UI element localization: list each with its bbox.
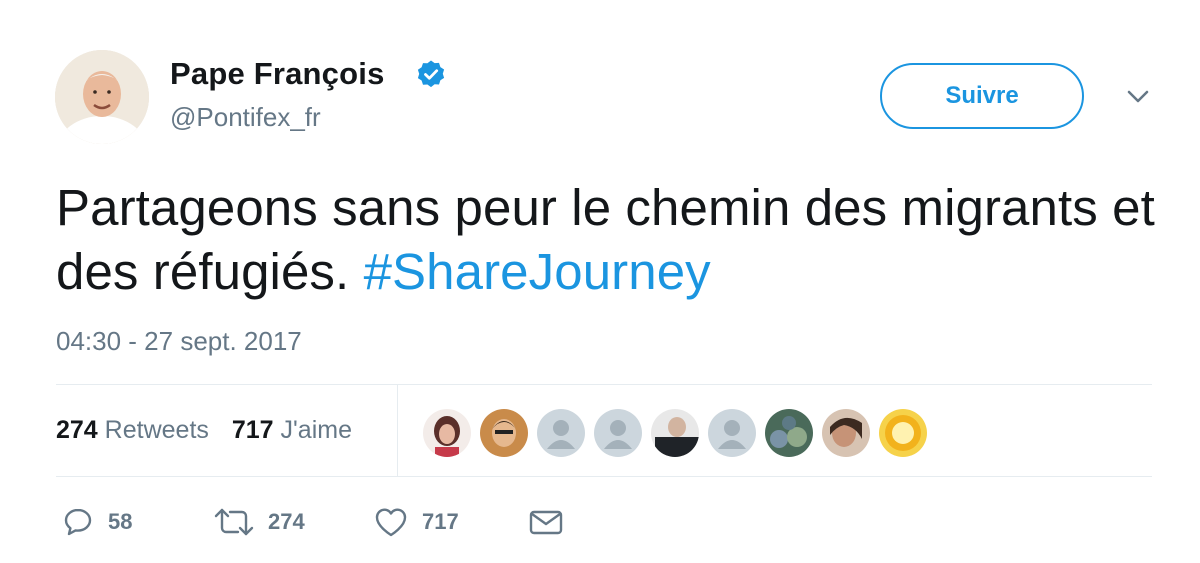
liker-avatar-5[interactable] — [650, 408, 700, 458]
envelope-icon — [529, 510, 563, 535]
like-count: 717 — [422, 509, 459, 534]
engagement-stats: 274 Retweets 717 J'aime — [56, 416, 368, 445]
retweets-stat[interactable]: 274 Retweets — [56, 416, 209, 445]
likes-count: 717 — [231, 416, 274, 444]
retweets-count: 274 — [56, 416, 98, 444]
liker-avatar-2[interactable] — [479, 408, 529, 458]
author-avatar[interactable] — [55, 50, 149, 144]
likes-stat[interactable]: 717 J'aime — [232, 416, 352, 445]
divider-top — [56, 384, 1152, 385]
reply-icon — [64, 508, 92, 536]
author-display-name[interactable]: Pape François — [170, 56, 385, 92]
like-action[interactable]: 717 — [374, 502, 459, 542]
liker-avatar-7[interactable] — [764, 408, 814, 458]
liker-avatar-9[interactable] — [878, 408, 928, 458]
retweets-label: Retweets — [104, 416, 209, 444]
liker-avatar-1[interactable] — [422, 408, 472, 458]
author-handle[interactable]: @Pontifex_fr — [170, 102, 321, 133]
stats-divider — [397, 384, 398, 476]
retweet-action[interactable]: 274 — [214, 502, 305, 542]
heart-icon — [375, 508, 407, 537]
retweet-count: 274 — [268, 509, 305, 534]
chevron-down-icon[interactable] — [1124, 86, 1152, 106]
liker-avatar-8[interactable] — [821, 408, 871, 458]
tweet-actions: 58 274 717 — [56, 502, 656, 542]
direct-message-action[interactable] — [528, 502, 564, 542]
likes-label: J'aime — [280, 416, 352, 444]
reply-action[interactable]: 58 — [62, 502, 132, 542]
liker-avatar-4[interactable] — [593, 408, 643, 458]
hashtag-link[interactable]: #ShareJourney — [364, 243, 711, 300]
tweet-timestamp[interactable]: 04:30 - 27 sept. 2017 — [56, 326, 302, 357]
liker-avatar-6[interactable] — [707, 408, 757, 458]
follow-button[interactable]: Suivre — [880, 63, 1084, 129]
divider-bottom — [56, 476, 1152, 477]
reply-count: 58 — [108, 509, 133, 534]
retweet-icon — [214, 508, 254, 536]
verified-badge-icon — [417, 60, 445, 88]
tweet-text: Partageons sans peur le chemin des migra… — [56, 176, 1156, 304]
liker-avatar-3[interactable] — [536, 408, 586, 458]
